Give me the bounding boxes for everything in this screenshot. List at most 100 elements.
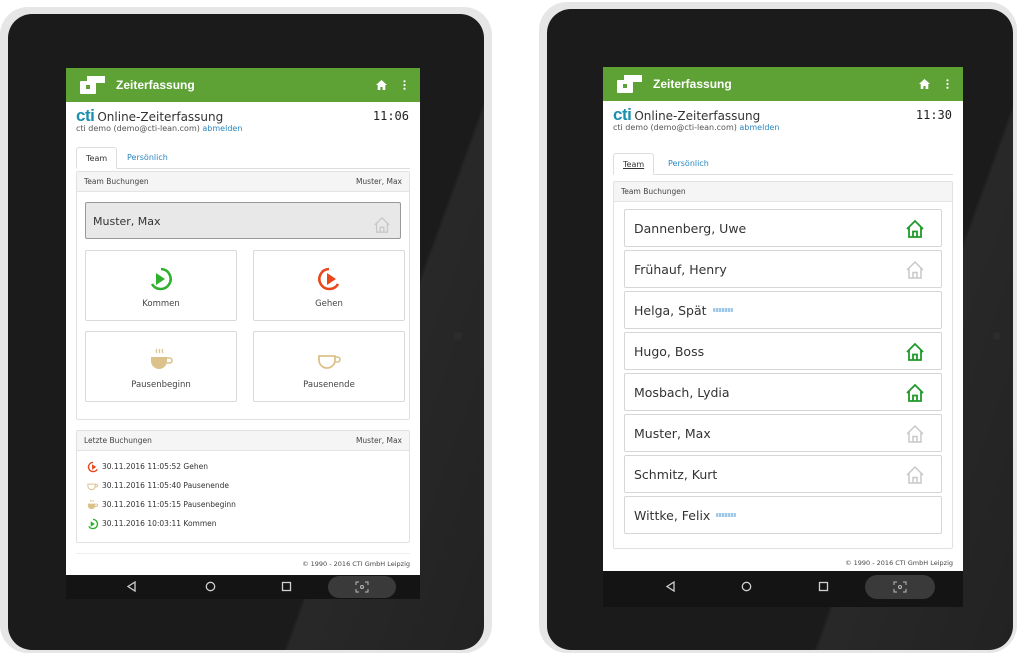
cti-logo: cti — [76, 106, 95, 125]
clock: 11:06 — [372, 109, 409, 123]
footer: © 1990 - 2016 CTI GmbH Leipzig — [76, 553, 410, 568]
kommen-label: Kommen — [142, 299, 180, 309]
person-row-schmitz[interactable]: Schmitz, Kurt — [624, 455, 942, 493]
person-row-mosbach[interactable]: Mosbach, Lydia — [624, 373, 942, 411]
gehen-icon — [85, 461, 100, 473]
person-name: Helga, Spät — [634, 302, 707, 318]
camera-icon — [993, 332, 1001, 340]
app-title: Zeiterfassung — [116, 78, 195, 92]
recent-bookings-panel: Letzte Buchungen Muster, Max 30.11.2016 … — [76, 430, 410, 543]
home-circle-icon[interactable] — [205, 581, 216, 592]
person-name: Frühauf, Henry — [634, 261, 727, 277]
page-header: cti Online-Zeiterfassung cti demo (demo@c… — [66, 102, 420, 139]
kommen-icon — [148, 266, 174, 296]
person-row-wittke[interactable]: Wittke, Felix — [624, 496, 942, 534]
tab-team[interactable]: Team — [613, 153, 655, 175]
screenshot-icon[interactable] — [865, 575, 935, 599]
list-item: 30.11.2016 11:05:52 Gehen — [85, 457, 401, 476]
panel-header: Letzte Buchungen Muster, Max — [77, 431, 409, 451]
user-info: cti demo (demo@cti-lean.com) abmelden — [613, 123, 779, 132]
tab-persoenlich[interactable]: Persönlich — [659, 153, 718, 175]
person-name: Schmitz, Kurt — [634, 466, 718, 482]
app-bar: Zeiterfassung — [66, 68, 420, 102]
pausenbeginn-button[interactable]: Pausenbeginn — [85, 331, 237, 402]
selected-person-button[interactable]: Muster, Max — [85, 202, 401, 239]
booking-text: 30.11.2016 11:05:52 Gehen — [102, 462, 208, 471]
screen-left: Zeiterfassung cti Online-Zeiterfassung ct… — [66, 68, 420, 599]
footer: © 1990 - 2016 CTI GmbH Leipzig — [845, 559, 953, 567]
panel-title: Team Buchungen — [84, 177, 149, 186]
booking-text: 30.11.2016 11:05:15 Pausenbeginn — [102, 500, 236, 509]
more-menu-icon[interactable] — [403, 80, 406, 90]
person-row-helga[interactable]: Helga, Spät — [624, 291, 942, 329]
page-title: Online-Zeiterfassung — [634, 109, 761, 123]
person-name: Hugo, Boss — [634, 343, 705, 359]
clock: 11:30 — [915, 108, 952, 122]
back-icon[interactable] — [126, 581, 137, 592]
pausenende-icon — [85, 480, 100, 492]
person-row-hugo[interactable]: Hugo, Boss — [624, 332, 942, 370]
person-name: Mosbach, Lydia — [634, 384, 730, 400]
list-item: 30.11.2016 10:03:11 Kommen — [85, 514, 401, 533]
house-present-icon — [905, 383, 925, 406]
user-info: cti demo (demo@cti-lean.com) abmelden — [76, 124, 242, 133]
cti-logo: cti — [613, 105, 632, 124]
recent-bookings-list: 30.11.2016 11:05:52 Gehen 30.11.2016 11:… — [77, 451, 409, 533]
list-item: 30.11.2016 11:05:15 Pausenbeginn — [85, 495, 401, 514]
team-bookings-panel: Team Buchungen Muster, Max Muster, Max K… — [76, 171, 410, 420]
person-row-fruehauf[interactable]: Frühauf, Henry — [624, 250, 942, 288]
back-icon[interactable] — [665, 581, 676, 592]
recents-icon[interactable] — [281, 581, 292, 592]
pause-indicator — [716, 513, 737, 517]
logout-link[interactable]: abmelden — [202, 124, 242, 133]
person-name: Dannenberg, Uwe — [634, 220, 747, 236]
kommen-button[interactable]: Kommen — [85, 250, 237, 321]
pausenbeginn-label: Pausenbeginn — [131, 380, 191, 390]
house-present-icon — [905, 219, 925, 242]
panel-title: Letzte Buchungen — [84, 436, 152, 445]
home-circle-icon[interactable] — [741, 581, 752, 592]
pausenende-button[interactable]: Pausenende — [253, 331, 405, 402]
screenshot-icon[interactable] — [328, 576, 396, 598]
page-title: Online-Zeiterfassung — [97, 110, 224, 124]
gehen-label: Gehen — [315, 299, 343, 309]
gehen-button[interactable]: Gehen — [253, 250, 405, 321]
person-name: Muster, Max — [634, 425, 711, 441]
user-email: cti demo (demo@cti-lean.com) — [613, 123, 737, 132]
booking-text: 30.11.2016 11:05:40 Pausenende — [102, 481, 229, 490]
page-header: cti Online-Zeiterfassung cti demo (demo@c… — [603, 101, 963, 138]
recent-person-label: Muster, Max — [355, 436, 402, 445]
app-title: Zeiterfassung — [653, 77, 732, 91]
selected-person-label: Muster, Max — [355, 177, 402, 186]
android-nav-bar — [603, 571, 963, 607]
tab-team[interactable]: Team — [76, 147, 118, 169]
brand-title: cti Online-Zeiterfassung — [76, 106, 223, 126]
app-logo-icon — [617, 75, 642, 93]
kommen-icon — [85, 518, 100, 530]
logout-link[interactable]: abmelden — [739, 123, 779, 132]
more-menu-icon[interactable] — [946, 79, 949, 89]
booking-text: 30.11.2016 10:03:11 Kommen — [102, 519, 217, 528]
tab-persoenlich[interactable]: Persönlich — [118, 147, 177, 169]
panel-header: Team Buchungen Muster, Max — [77, 172, 409, 192]
home-icon[interactable] — [376, 80, 387, 90]
recents-icon[interactable] — [818, 581, 829, 592]
home-icon[interactable] — [919, 79, 930, 89]
person-row-dannenberg[interactable]: Dannenberg, Uwe — [624, 209, 942, 247]
house-present-icon — [905, 342, 925, 365]
house-absent-icon — [905, 424, 925, 447]
tablet-right: Zeiterfassung cti Online-Zeiterfassung ct… — [547, 9, 1013, 650]
pausenbeginn-icon — [148, 347, 174, 377]
app-bar: Zeiterfassung — [603, 67, 963, 101]
person-row-muster[interactable]: Muster, Max — [624, 414, 942, 452]
panel-header: Team Buchungen — [614, 182, 952, 202]
house-absent-icon — [373, 212, 391, 249]
team-bookings-panel: Team Buchungen Dannenberg, Uwe Frühauf, … — [613, 181, 953, 549]
brand-title: cti Online-Zeiterfassung — [613, 105, 760, 125]
pausenende-icon — [316, 347, 342, 377]
android-nav-bar — [66, 575, 420, 599]
camera-icon — [454, 332, 462, 340]
selected-person-name: Muster, Max — [93, 215, 161, 228]
app-logo-icon — [80, 76, 105, 94]
pausenbeginn-icon — [85, 499, 100, 511]
